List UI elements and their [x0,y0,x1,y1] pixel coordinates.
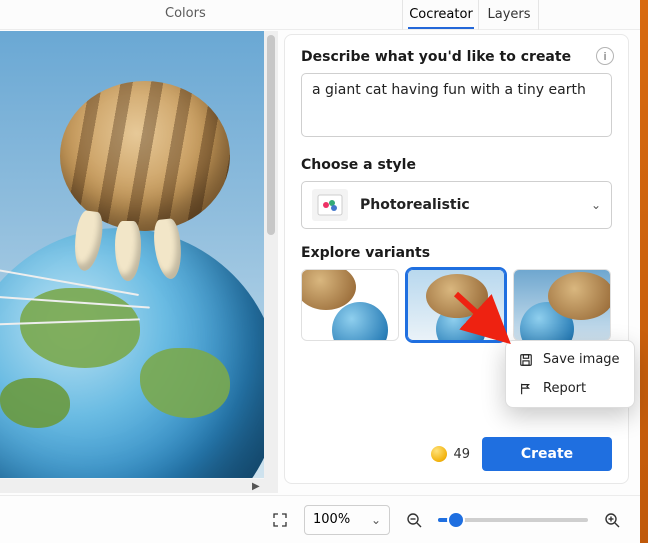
variants-heading: Explore variants [301,245,612,261]
tab-cocreator[interactable]: Cocreator [408,1,474,29]
canvas-viewport[interactable]: ▶ [0,31,278,493]
describe-heading: Describe what you'd like to create [301,49,612,65]
flag-icon [518,382,533,396]
context-report-label: Report [543,381,586,396]
ribbon-group-colors: Colors [165,6,206,21]
vertical-scrollbar[interactable] [264,31,278,493]
chevron-down-icon: ⌄ [591,198,601,212]
zoom-value: 100% [313,512,350,527]
status-bar: 100% ⌄ [0,495,640,543]
save-icon [518,353,533,367]
context-save-label: Save image [543,352,620,367]
fit-screen-button[interactable] [266,506,294,534]
zoom-slider[interactable] [438,518,588,522]
context-menu: Save image Report [505,340,635,408]
variant-thumbnail-1[interactable] [301,269,399,341]
ribbon: Colors Cocreator Layers [0,0,640,30]
create-button[interactable]: Create [482,437,612,471]
zoom-in-button[interactable] [598,506,626,534]
style-heading: Choose a style [301,157,612,173]
style-selected-label: Photorealistic [360,197,579,213]
style-dropdown[interactable]: Photorealistic ⌄ [301,181,612,229]
canvas-image [0,31,264,478]
scroll-right-icon[interactable]: ▶ [252,481,262,491]
credits-count: 49 [453,447,470,462]
cocreator-panel: i Describe what you'd like to create Cho… [284,34,629,484]
ribbon-divider [478,0,479,30]
tab-layers[interactable]: Layers [484,1,534,29]
variant-thumbnail-2[interactable] [407,269,505,341]
context-report[interactable]: Report [506,374,634,403]
variants-row [301,269,612,341]
chevron-down-icon: ⌄ [371,513,381,527]
horizontal-scrollbar[interactable]: ▶ [0,479,264,493]
credits-indicator: 49 [431,446,470,462]
app-window: Colors Cocreator Layers [0,0,640,543]
style-thumbnail [312,189,348,221]
coin-icon [431,446,447,462]
context-save-image[interactable]: Save image [506,345,634,374]
ribbon-divider [402,0,403,30]
variant-thumbnail-3[interactable] [513,269,611,341]
prompt-input[interactable] [301,73,612,137]
info-icon[interactable]: i [596,47,614,65]
zoom-dropdown[interactable]: 100% ⌄ [304,505,390,535]
ribbon-divider [538,0,539,30]
zoom-out-button[interactable] [400,506,428,534]
